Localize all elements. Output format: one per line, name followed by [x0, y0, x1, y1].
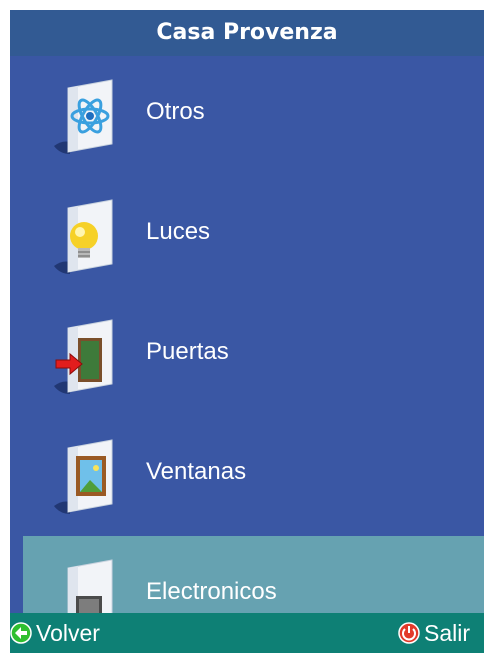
exit-label: Salir: [424, 620, 471, 646]
menu-item-ventanas[interactable]: Ventanas: [23, 416, 484, 528]
menu-list: Otros Luces Puertas Ventanas Electronico…: [10, 56, 484, 648]
menu-item-otros[interactable]: Otros: [23, 56, 484, 168]
device-frame: Casa Provenza Otros Luces Puertas Ventan…: [0, 0, 489, 653]
back-button[interactable]: Volver: [10, 613, 100, 653]
app-screen: Casa Provenza Otros Luces Puertas Ventan…: [10, 10, 484, 653]
menu-item-label: Otros: [146, 98, 205, 125]
window-folder-icon: [54, 439, 113, 514]
menu-item-puertas[interactable]: Puertas: [23, 296, 484, 408]
softkey-bar: Volver Salir: [10, 613, 484, 653]
menu-item-label: Puertas: [146, 338, 229, 365]
atom-folder-icon: [54, 79, 113, 154]
menu-item-label: Ventanas: [146, 458, 247, 485]
exit-button[interactable]: Salir: [398, 613, 470, 653]
back-arrow-icon: [10, 622, 32, 644]
menu-item-luces[interactable]: Luces: [23, 176, 484, 288]
lightbulb-folder-icon: [54, 199, 113, 274]
door-folder-icon: [54, 319, 113, 394]
back-label: Volver: [36, 620, 100, 646]
title-bar: Casa Provenza: [10, 10, 484, 56]
menu-item-label: Luces: [146, 218, 211, 245]
page-title: Casa Provenza: [156, 20, 338, 45]
power-icon: [398, 622, 420, 644]
